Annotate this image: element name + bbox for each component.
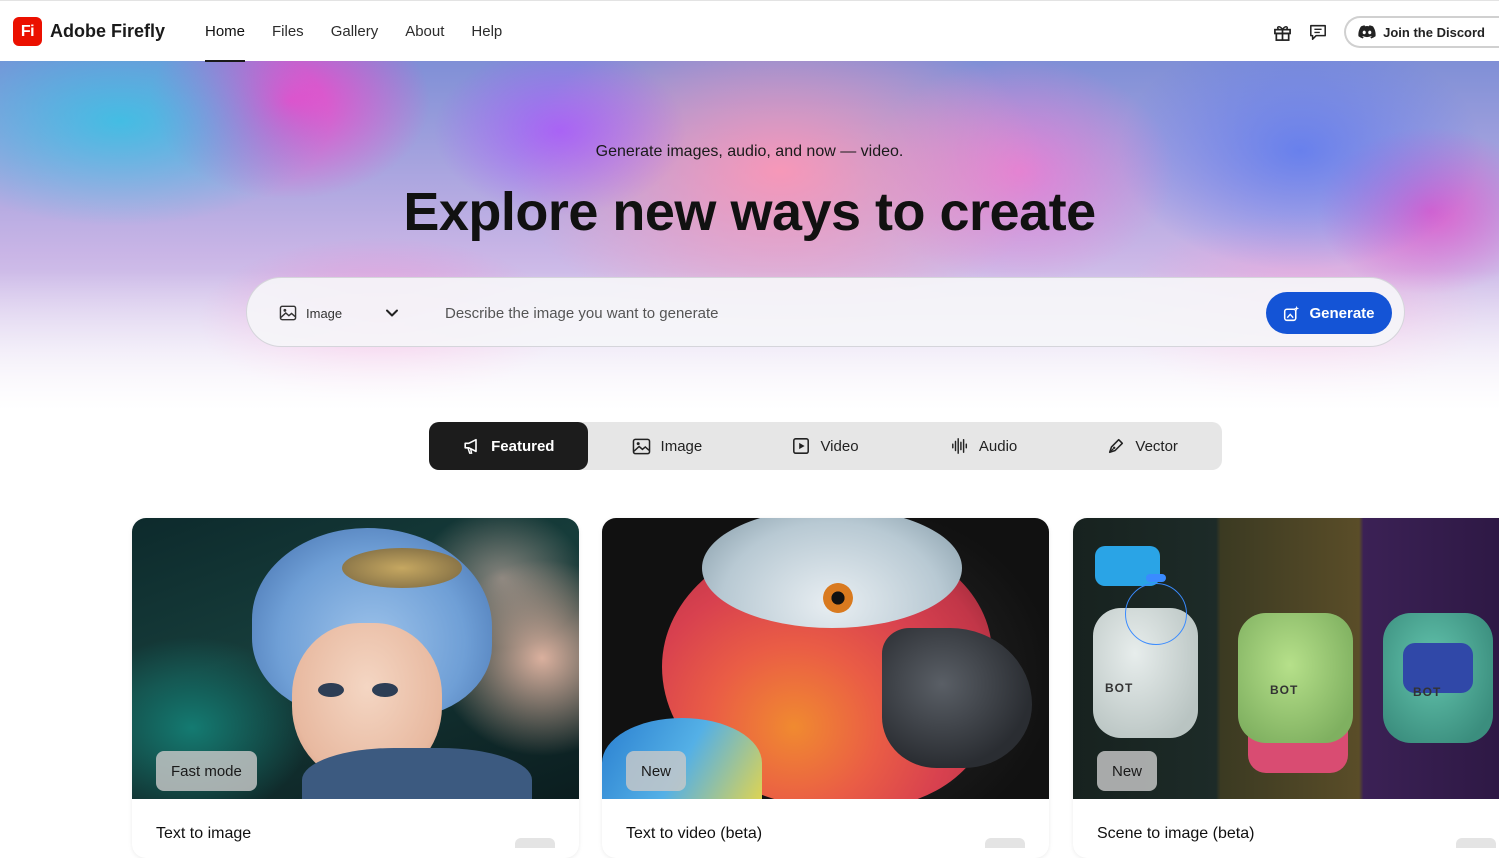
card-title: Text to video (beta): [626, 825, 763, 842]
video-icon: [793, 438, 810, 454]
chevron-down-icon: [386, 309, 398, 317]
main-nav: Home Files Gallery About Help: [205, 1, 502, 62]
content-type-select[interactable]: Image: [279, 278, 401, 348]
top-navigation-bar: Fi Adobe Firefly Home Files Gallery Abou…: [0, 0, 1499, 62]
card-image-scene-to-image: BOT BOT BOT New: [1073, 518, 1499, 799]
more-options-button[interactable]: [1456, 838, 1496, 848]
generate-label: Generate: [1309, 304, 1375, 322]
join-discord-button[interactable]: Join the Discord: [1344, 16, 1499, 48]
megaphone-icon: [464, 438, 477, 454]
card-image-text-to-video: New: [602, 518, 1049, 799]
badge-new: New: [1097, 751, 1158, 791]
feedback-chat-icon[interactable]: [1308, 22, 1328, 42]
nav-files[interactable]: Files: [272, 1, 304, 62]
image-icon: [279, 305, 297, 321]
prompt-bar: Image Generate: [246, 277, 1405, 347]
card-scene-to-image[interactable]: BOT BOT BOT New Scene to image (beta): [1073, 518, 1499, 858]
header-actions: Join the Discord: [1272, 16, 1499, 48]
tab-vector-label: Vector: [1135, 437, 1178, 455]
category-tabs: Featured Image Video Audio Vector: [429, 422, 1222, 470]
nav-about[interactable]: About: [405, 1, 444, 62]
tab-video-label: Video: [820, 437, 859, 455]
generate-button[interactable]: Generate: [1266, 292, 1392, 334]
tab-featured[interactable]: Featured: [429, 422, 588, 470]
discord-label: Join the Discord: [1383, 24, 1485, 40]
prompt-input[interactable]: [445, 298, 1245, 328]
tab-image-label: Image: [660, 437, 703, 455]
gift-icon[interactable]: [1272, 22, 1292, 42]
more-options-button[interactable]: [985, 838, 1025, 848]
badge-fast-mode: Fast mode: [156, 751, 257, 791]
nav-help[interactable]: Help: [471, 1, 502, 62]
app-logo[interactable]: Fi Adobe Firefly: [13, 17, 165, 46]
card-text-to-image[interactable]: Fast mode Text to image: [132, 518, 579, 858]
tab-featured-label: Featured: [491, 437, 555, 455]
hero-banner: Generate images, audio, and now — video.…: [0, 61, 1499, 411]
card-title: Text to image: [156, 825, 252, 842]
card-title: Scene to image (beta): [1097, 825, 1255, 842]
hero-title: Explore new ways to create: [403, 182, 1096, 242]
hero-subtitle: Generate images, audio, and now — video.: [595, 143, 904, 160]
tab-video[interactable]: Video: [746, 422, 905, 470]
card-image-text-to-image: Fast mode: [132, 518, 579, 799]
nav-home[interactable]: Home: [205, 1, 246, 62]
content-type-value: Image: [306, 305, 343, 321]
nav-gallery[interactable]: Gallery: [331, 1, 379, 62]
tab-image[interactable]: Image: [588, 422, 747, 470]
pen-icon: [1109, 438, 1124, 454]
more-options-button[interactable]: [515, 838, 555, 848]
tab-audio-label: Audio: [978, 437, 1018, 455]
firefly-logo-icon: Fi: [13, 17, 42, 46]
waveform-icon: [951, 438, 967, 454]
image-icon: [632, 438, 650, 454]
app-name: Adobe Firefly: [50, 21, 166, 41]
tab-vector[interactable]: Vector: [1063, 422, 1222, 470]
tab-audio[interactable]: Audio: [905, 422, 1064, 470]
discord-icon: [1358, 25, 1376, 39]
generate-sparkle-icon: [1284, 305, 1300, 321]
card-text-to-video[interactable]: New Text to video (beta): [602, 518, 1049, 858]
badge-new: New: [626, 751, 687, 791]
